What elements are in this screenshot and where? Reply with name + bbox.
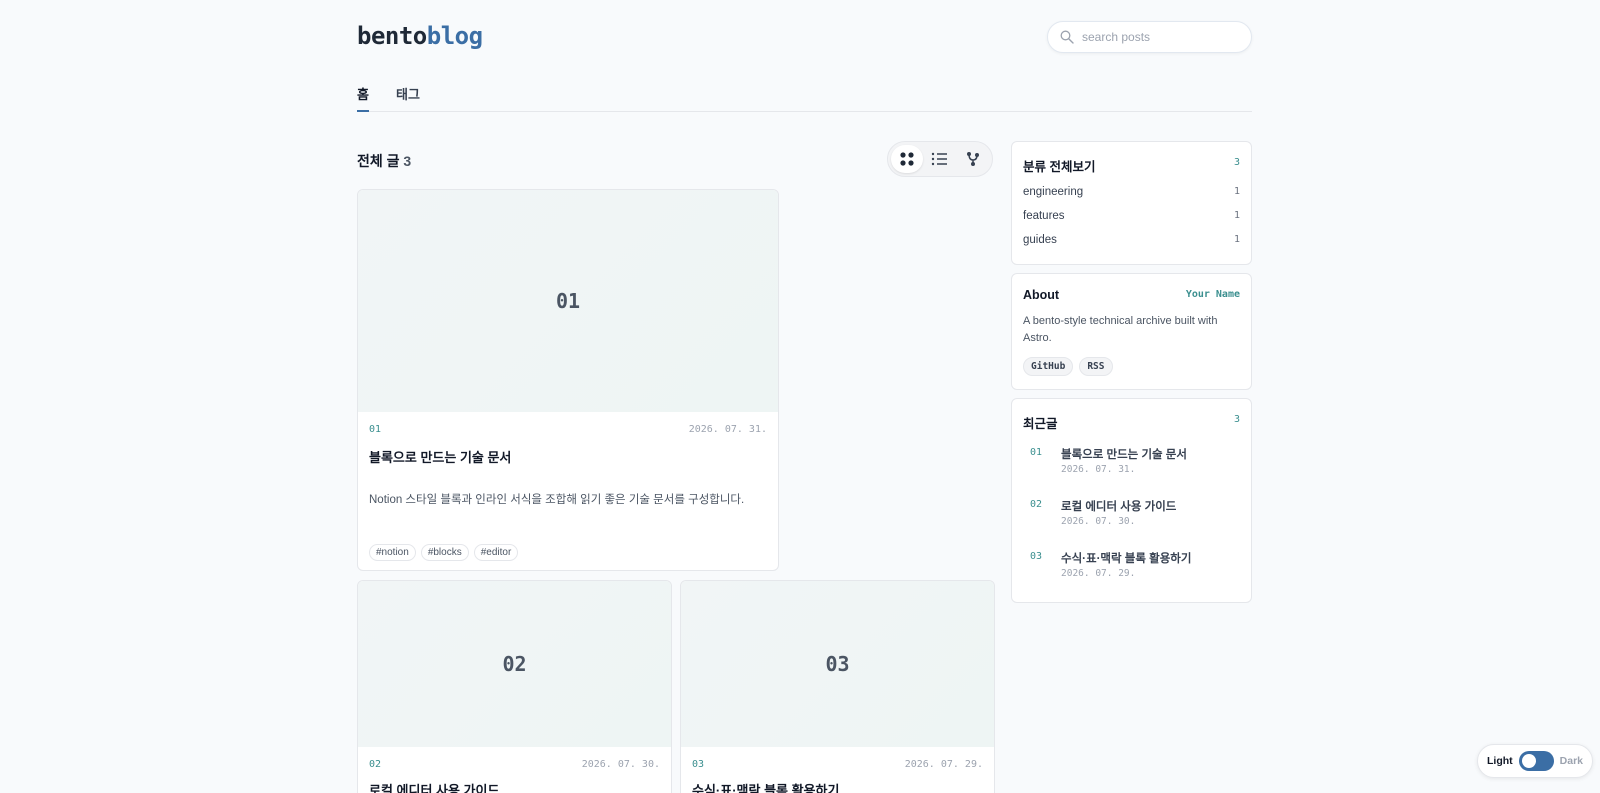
list-icon xyxy=(932,152,948,166)
github-link[interactable]: GitHub xyxy=(1023,357,1074,376)
tab-home[interactable]: 홈 xyxy=(357,84,369,112)
site-logo[interactable]: bentoblog xyxy=(357,22,483,50)
view-graph-button[interactable] xyxy=(957,145,989,173)
recent-post-item[interactable]: 02 로컬 에디터 사용 가이드 2026. 07. 30. xyxy=(1030,498,1240,532)
search-icon xyxy=(1060,30,1074,44)
post-card-2[interactable]: 02 02 2026. 07. 30. 로컬 에디터 사용 가이드 xyxy=(357,580,672,793)
about-title: About xyxy=(1023,288,1060,302)
tag-chip[interactable]: #editor xyxy=(473,544,519,561)
theme-switch[interactable] xyxy=(1518,751,1554,771)
post-number: 02 xyxy=(369,759,382,770)
post-title[interactable]: 블록으로 만드는 기술 문서 xyxy=(369,447,511,466)
page-title-label: 전체 글 xyxy=(357,153,400,169)
about-description: A bento-style technical archive built wi… xyxy=(1023,315,1218,344)
category-item[interactable]: features 1 xyxy=(1023,210,1240,222)
post-description: Notion 스타일 블록과 인라인 서식을 조합해 읽기 좋은 기술 문서를 … xyxy=(369,494,745,506)
post-card-1[interactable]: 01 01 2026. 07. 31. 블록으로 만드는 기술 문서 Notio… xyxy=(357,189,779,571)
theme-light-label: Light xyxy=(1487,755,1513,767)
post-card-3[interactable]: 03 03 2026. 07. 29. 수식·표·맥락 블록 활용하기 xyxy=(680,580,995,793)
logo-part-blog: blog xyxy=(426,22,483,50)
tag-chip[interactable]: #blocks xyxy=(420,544,469,561)
recent-post-date: 2026. 07. 31. xyxy=(1061,464,1136,475)
category-item[interactable]: engineering 1 xyxy=(1023,186,1240,198)
post-thumbnail: 03 xyxy=(681,581,994,747)
recent-posts-title: 최근글 xyxy=(1023,417,1058,431)
rss-link[interactable]: RSS xyxy=(1079,357,1113,376)
category-panel-title[interactable]: 분류 전체보기 xyxy=(1023,156,1095,175)
post-date: 2026. 07. 31. xyxy=(688,424,767,435)
post-number: 03 xyxy=(692,759,705,770)
post-thumbnail: 02 xyxy=(358,581,671,747)
tab-tags[interactable]: 태그 xyxy=(396,84,420,112)
post-thumbnail: 01 xyxy=(358,190,778,412)
post-tags: #notion #blocks #editor xyxy=(369,544,519,561)
about-author-name: Your Name xyxy=(1185,289,1240,300)
view-grid-button[interactable] xyxy=(891,145,924,173)
recent-posts-count: 3 xyxy=(1233,414,1240,425)
main-nav: 홈 태그 xyxy=(357,82,1252,112)
post-title[interactable]: 로컬 에디터 사용 가이드 xyxy=(369,780,499,793)
logo-part-bento: bento xyxy=(357,22,427,50)
search-input[interactable] xyxy=(1082,30,1232,44)
post-title[interactable]: 수식·표·맥락 블록 활용하기 xyxy=(692,780,839,793)
category-total-count: 3 xyxy=(1233,157,1240,168)
category-name: features xyxy=(1023,210,1065,222)
category-count: 1 xyxy=(1233,210,1240,221)
category-panel: 분류 전체보기 3 engineering 1 features 1 guide… xyxy=(1011,141,1252,265)
view-list-button[interactable] xyxy=(924,145,956,173)
recent-post-title: 수식·표·맥락 블록 활용하기 xyxy=(1061,553,1192,565)
theme-dark-label: Dark xyxy=(1559,755,1584,767)
graph-icon xyxy=(966,152,979,166)
category-item[interactable]: guides 1 xyxy=(1023,234,1240,246)
recent-post-title: 로컬 에디터 사용 가이드 xyxy=(1061,501,1177,513)
recent-post-item[interactable]: 03 수식·표·맥락 블록 활용하기 2026. 07. 29. xyxy=(1030,550,1240,584)
page-title: 전체 글 3 xyxy=(357,151,411,171)
search-box[interactable] xyxy=(1047,21,1252,53)
recent-post-item[interactable]: 01 블록으로 만드는 기술 문서 2026. 07. 31. xyxy=(1030,446,1240,480)
theme-switch-knob xyxy=(1521,754,1536,768)
about-panel: About Your Name A bento-style technical … xyxy=(1011,273,1252,390)
post-number: 01 xyxy=(369,424,382,435)
tag-chip[interactable]: #notion xyxy=(369,544,416,561)
category-count: 1 xyxy=(1233,186,1240,197)
view-mode-switch xyxy=(887,141,993,177)
recent-post-number: 01 xyxy=(1030,447,1043,458)
post-date: 2026. 07. 29. xyxy=(904,759,983,770)
category-count: 1 xyxy=(1233,234,1240,245)
theme-toggle[interactable]: Light Dark xyxy=(1477,744,1593,778)
category-name: guides xyxy=(1023,234,1057,246)
recent-post-number: 02 xyxy=(1030,499,1043,510)
about-links: GitHub RSS xyxy=(1023,357,1113,376)
grid-icon xyxy=(900,152,914,166)
post-date: 2026. 07. 30. xyxy=(581,759,660,770)
recent-post-number: 03 xyxy=(1030,551,1043,562)
post-count: 3 xyxy=(403,153,412,169)
recent-post-title: 블록으로 만드는 기술 문서 xyxy=(1061,449,1187,461)
recent-posts-panel: 최근글 3 01 블록으로 만드는 기술 문서 2026. 07. 31. 02… xyxy=(1011,398,1252,603)
category-name: engineering xyxy=(1023,186,1084,198)
recent-post-date: 2026. 07. 30. xyxy=(1061,516,1136,527)
recent-post-date: 2026. 07. 29. xyxy=(1061,568,1136,579)
